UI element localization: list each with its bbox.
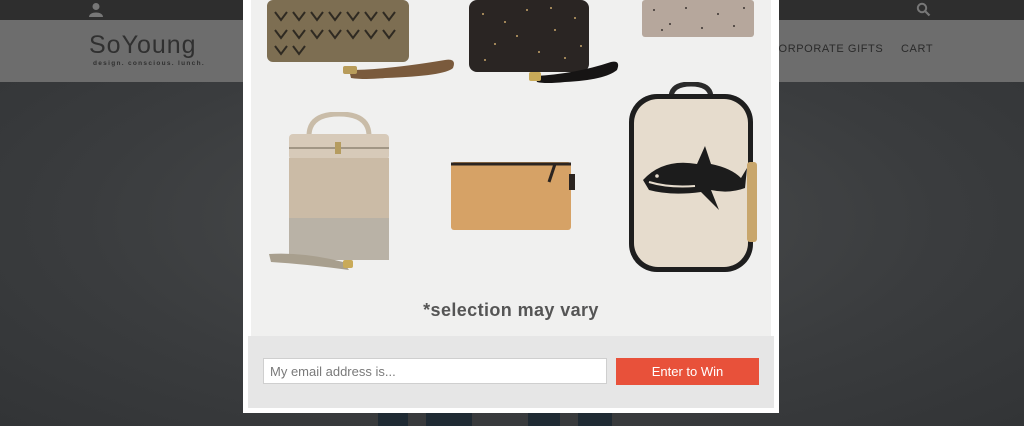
- nav-cart[interactable]: CART: [901, 43, 933, 55]
- logo-name: SoYoung: [89, 31, 197, 59]
- linen-lunch-cooler: [269, 112, 389, 270]
- nav-corporate-gifts[interactable]: CORPORATE GIFTS: [770, 43, 883, 55]
- logo-tagline: design. conscious. lunch.: [93, 60, 205, 67]
- kraft-zipper-pouch: [451, 162, 575, 230]
- black-gold-speckle-lunch-bag: [469, 0, 619, 83]
- selection-disclaimer: *selection may vary: [423, 300, 599, 320]
- email-input[interactable]: [263, 358, 607, 384]
- olive-chevron-lunch-bag: [267, 0, 454, 79]
- giveaway-modal: *selection may vary Enter to Win: [243, 0, 779, 413]
- user-icon[interactable]: [89, 2, 103, 17]
- signup-form: Enter to Win: [248, 336, 774, 408]
- shark-toddler-backpack: [629, 82, 757, 272]
- site-logo[interactable]: SoYoung design. conscious. lunch.: [89, 32, 205, 67]
- blush-speckle-pouch: [642, 0, 754, 37]
- search-icon[interactable]: [916, 2, 931, 17]
- product-collage: *selection may vary: [251, 0, 771, 336]
- enter-to-win-button[interactable]: Enter to Win: [616, 358, 759, 385]
